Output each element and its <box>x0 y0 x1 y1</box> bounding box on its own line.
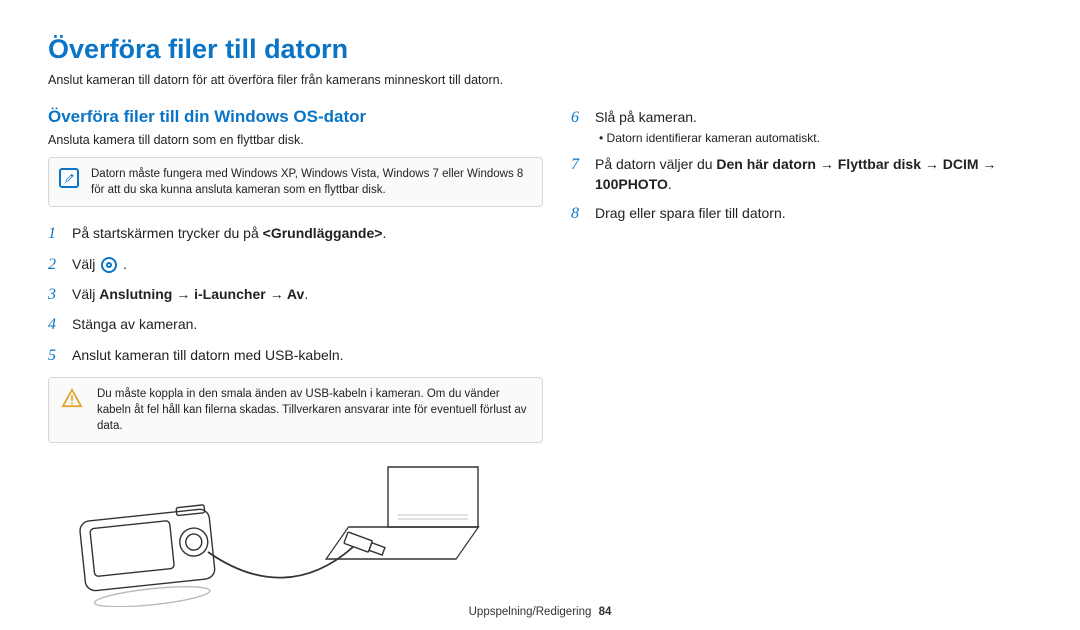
section-intro: Ansluta kamera till datorn som en flyttb… <box>48 133 543 147</box>
step-text-main: Slå på kameran. <box>595 109 697 125</box>
warning-icon <box>61 388 83 413</box>
step-number: 1 <box>48 223 62 245</box>
left-column: Överföra filer till din Windows OS-dator… <box>48 107 543 607</box>
warning-text: Du måste koppla in den smala änden av US… <box>97 388 527 432</box>
page-title: Överföra filer till datorn <box>48 34 1032 65</box>
right-column: 6 Slå på kameran. Datorn identifierar ka… <box>571 107 1032 607</box>
step-text-post: . <box>119 256 127 272</box>
section-heading: Överföra filer till din Windows OS-dator <box>48 107 543 127</box>
info-note-box: Datorn måste fungera med Windows XP, Win… <box>48 157 543 207</box>
step-number: 2 <box>48 254 62 276</box>
list-item: 1 På startskärmen trycker du på <Grundlä… <box>48 223 543 245</box>
step-text: Välj Anslutning → i-Launcher → Av. <box>72 284 543 305</box>
step-number: 5 <box>48 345 62 367</box>
list-item: 2 Välj . <box>48 254 543 276</box>
note-icon <box>59 168 79 188</box>
step-number: 7 <box>571 154 585 176</box>
footer-section: Uppspelning/Redigering <box>469 606 592 618</box>
steps-list-left: 1 På startskärmen trycker du på <Grundlä… <box>48 223 543 367</box>
camera-laptop-illustration <box>58 457 488 607</box>
note-text: Datorn måste fungera med Windows XP, Win… <box>91 168 523 196</box>
step-number: 6 <box>571 107 585 129</box>
step-text: På datorn väljer du Den här datorn → Fly… <box>595 154 1032 194</box>
step-text-post: . <box>668 176 672 192</box>
step-text-pre: På startskärmen trycker du på <box>72 225 263 241</box>
content-columns: Överföra filer till din Windows OS-dator… <box>48 107 1032 607</box>
step-text: Välj . <box>72 254 543 275</box>
step-text-bold: <Grundläggande> <box>263 225 383 241</box>
step-number: 8 <box>571 203 585 225</box>
list-item: 6 Slå på kameran. Datorn identifierar ka… <box>571 107 1032 146</box>
step-text-pre: Välj <box>72 256 99 272</box>
step-text-bold: Anslutning → i-Launcher → Av <box>99 286 304 302</box>
step-number: 3 <box>48 284 62 306</box>
list-item: 8 Drag eller spara filer till datorn. <box>571 203 1032 225</box>
list-item: 7 På datorn väljer du Den här datorn → F… <box>571 154 1032 194</box>
step-text: Stänga av kameran. <box>72 314 543 335</box>
list-item: 5 Anslut kameran till datorn med USB-kab… <box>48 345 543 367</box>
settings-gear-icon <box>101 257 117 273</box>
step-text-pre: Välj <box>72 286 99 302</box>
step-text: Slå på kameran. Datorn identifierar kame… <box>595 107 1032 146</box>
step-sub-bullet: Datorn identifierar kameran automatiskt. <box>599 130 1032 147</box>
step-text-post: . <box>304 286 308 302</box>
list-item: 4 Stänga av kameran. <box>48 314 543 336</box>
page-footer: Uppspelning/Redigering 84 <box>0 606 1080 618</box>
step-text-pre: På datorn väljer du <box>595 156 716 172</box>
step-number: 4 <box>48 314 62 336</box>
list-item: 3 Välj Anslutning → i-Launcher → Av. <box>48 284 543 306</box>
page-number: 84 <box>599 606 612 618</box>
step-text: Drag eller spara filer till datorn. <box>595 203 1032 224</box>
step-text: På startskärmen trycker du på <Grundlägg… <box>72 223 543 244</box>
steps-list-right: 6 Slå på kameran. Datorn identifierar ka… <box>571 107 1032 225</box>
step-text-post: . <box>382 225 386 241</box>
warning-box: Du måste koppla in den smala änden av US… <box>48 377 543 443</box>
step-text: Anslut kameran till datorn med USB-kabel… <box>72 345 543 366</box>
page-intro: Anslut kameran till datorn för att överf… <box>48 73 1032 87</box>
